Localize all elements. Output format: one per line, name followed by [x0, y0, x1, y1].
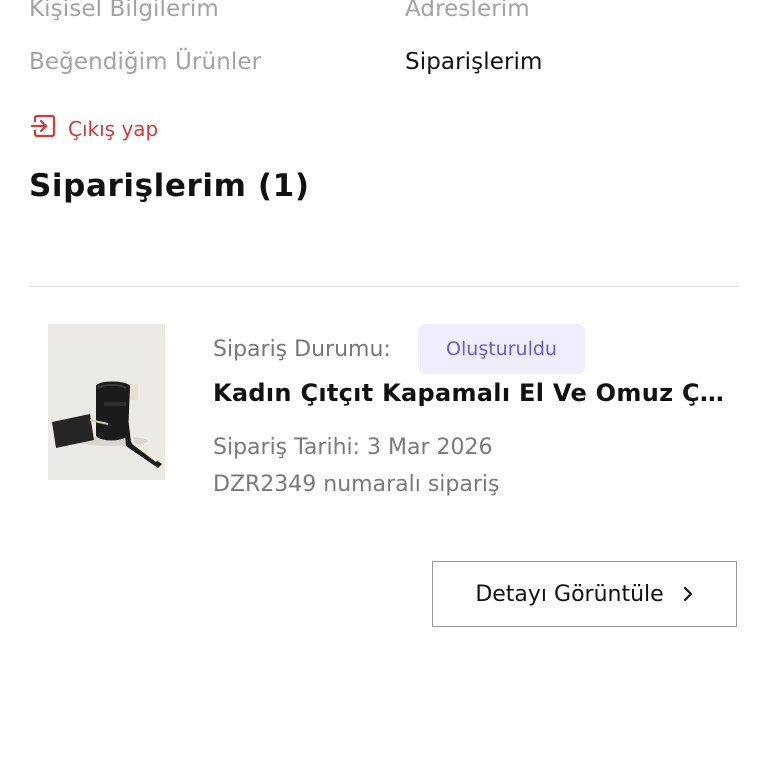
logout-link[interactable]: Çıkış yap [30, 112, 158, 145]
view-detail-label: Detayı Görüntüle [475, 581, 664, 607]
product-thumbnail[interactable] [48, 324, 165, 480]
view-detail-button[interactable]: Detayı Görüntüle [432, 561, 737, 627]
page-title: Siparişlerim (1) [29, 168, 310, 204]
order-date: Sipariş Tarihi: 3 Mar 2026 [213, 435, 493, 460]
menu-item-favorites[interactable]: Beğendiğim Ürünler [29, 49, 261, 75]
menu-item-orders[interactable]: Siparişlerim [405, 49, 543, 75]
chevron-right-icon [682, 586, 694, 602]
order-number: DZR2349 numaralı sipariş [213, 472, 500, 497]
logout-label: Çıkış yap [68, 116, 159, 141]
order-card: Sipariş Durumu: Oluşturuldu Kadın Çıtçıt… [0, 287, 768, 537]
menu-item-addresses[interactable]: Adreslerim [405, 0, 530, 22]
product-name[interactable]: Kadın Çıtçıt Kapamalı El Ve Omuz Çantası [213, 379, 733, 407]
menu-item-personal-info[interactable]: Kişisel Bilgilerim [29, 0, 219, 22]
logout-icon [30, 112, 68, 145]
order-status-label: Sipariş Durumu: [213, 337, 391, 362]
order-status-badge: Oluşturuldu [418, 324, 585, 374]
